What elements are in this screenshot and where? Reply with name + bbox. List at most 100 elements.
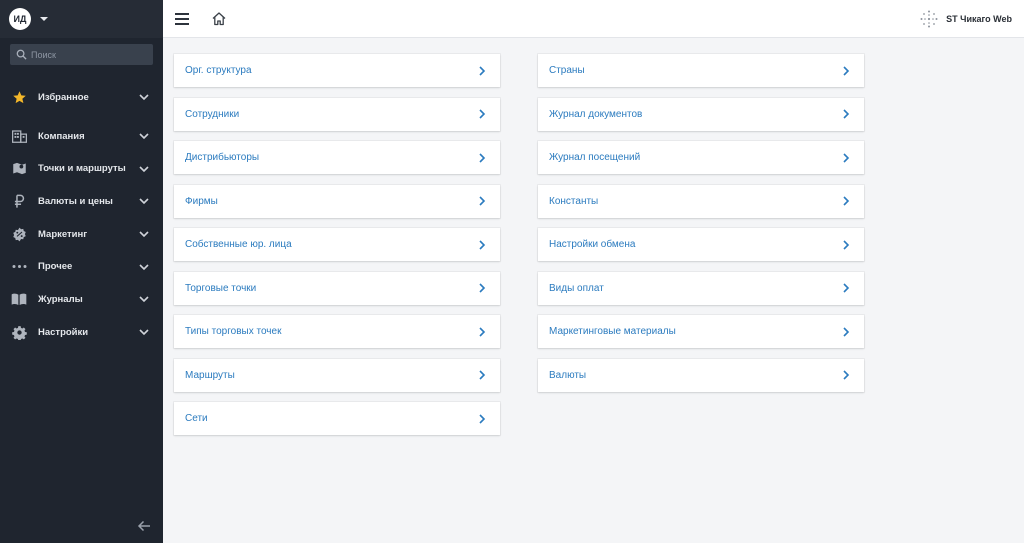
card-label: Константы [549,195,599,207]
sidebar-item-marketing[interactable]: Маркетинг [0,218,163,251]
chevron-right-icon [479,65,486,76]
card-label: Виды оплат [549,282,604,294]
more-dots-icon [11,259,27,275]
book-icon [11,291,27,307]
search-icon [16,49,27,60]
card-label: Настройки обмена [549,239,636,250]
card-firms[interactable]: Фирмы [174,184,500,218]
sidebar-item-favorites[interactable]: Избранное [0,81,163,114]
card-label: Собственные юр. лица [185,239,292,250]
card-distributors[interactable]: Дистрибьюторы [174,141,500,174]
sidebar-item-company[interactable]: Компания [0,120,163,153]
building-icon [11,128,27,144]
right-column: Страны Журнал документов Журнал посещени… [538,54,864,402]
sidebar-item-label: Маркетинг [38,228,88,240]
star-icon [11,89,27,105]
search-box[interactable] [10,44,153,65]
hamburger-menu-icon[interactable] [175,12,189,25]
chevron-down-icon [139,264,149,270]
brand: ST Чикаго Web [920,0,1012,38]
sidebar: ИД Избранное Компания [0,0,163,543]
chevron-right-icon [479,326,486,337]
sidebar-item-label: Валюты и цены [38,195,113,207]
left-column: Орг. структура Сотрудники Дистрибьюторы … [174,54,500,446]
chevron-down-icon [139,166,149,172]
card-label: Журнал документов [549,108,643,120]
chevron-right-icon [843,196,850,206]
brand-logo-icon [920,10,938,28]
chevron-down-icon [139,296,149,303]
badge-icon [11,226,27,242]
card-label: Дистрибьюторы [185,152,260,163]
chevron-right-icon [843,239,850,250]
topbar: ST Чикаго Web [163,0,1024,38]
card-visit-journal[interactable]: Журнал посещений [538,141,864,174]
chevron-right-icon [843,109,850,119]
collapse-sidebar-icon[interactable] [137,519,151,533]
chevron-right-icon [843,65,850,76]
caret-down-icon[interactable] [40,17,48,21]
sidebar-item-points-routes[interactable]: Точки и маршруты [0,152,163,185]
chevron-right-icon [479,196,486,206]
card-own-legal-entities[interactable]: Собственные юр. лица [174,228,500,261]
chevron-right-icon [843,152,850,163]
sidebar-item-label: Прочее [38,261,73,273]
main-content: Орг. структура Сотрудники Дистрибьюторы … [163,39,1024,543]
sidebar-item-label: Точки и маршруты [38,163,126,175]
map-icon [11,161,27,177]
card-routes[interactable]: Маршруты [174,358,500,392]
chevron-down-icon [139,94,149,101]
sidebar-item-label: Избранное [38,91,89,103]
card-label: Валюты [549,369,587,381]
card-label: Сети [185,413,208,424]
sidebar-item-other[interactable]: Прочее [0,250,163,283]
card-label: Маркетинговые материалы [549,326,676,337]
brand-name: ST Чикаго Web [946,14,1012,24]
card-label: Маршруты [185,369,235,381]
chevron-right-icon [479,370,486,380]
card-marketing-materials[interactable]: Маркетинговые материалы [538,315,864,348]
sidebar-item-label: Настройки [38,326,89,338]
card-constants[interactable]: Константы [538,184,864,218]
chevron-right-icon [479,152,486,163]
card-outlet-types[interactable]: Типы торговых точек [174,315,500,348]
sidebar-item-label: Журналы [38,293,83,305]
card-label: Типы торговых точек [185,326,282,337]
card-label: Орг. структура [185,65,252,76]
card-currencies[interactable]: Валюты [538,358,864,392]
card-networks[interactable]: Сети [174,402,500,435]
chevron-right-icon [479,283,486,293]
chevron-down-icon [139,133,149,140]
chevron-right-icon [843,326,850,337]
card-label: Сотрудники [185,108,240,120]
user-header: ИД [0,0,163,38]
ruble-icon [11,193,27,209]
avatar[interactable]: ИД [9,8,31,30]
card-outlets[interactable]: Торговые точки [174,271,500,305]
home-icon[interactable] [211,11,227,27]
chevron-right-icon [479,239,486,250]
card-payment-types[interactable]: Виды оплат [538,271,864,305]
card-label: Журнал посещений [549,152,641,163]
card-label: Торговые точки [185,282,257,294]
sidebar-item-currency-prices[interactable]: Валюты и цены [0,185,163,218]
sidebar-item-label: Компания [38,130,85,142]
chevron-down-icon [139,329,149,336]
card-document-journal[interactable]: Журнал документов [538,97,864,131]
search-input[interactable] [31,49,141,60]
chevron-right-icon [843,283,850,293]
sidebar-item-settings[interactable]: Настройки [0,316,163,349]
chevron-down-icon [139,231,149,238]
chevron-right-icon [843,370,850,380]
card-org-structure[interactable]: Орг. структура [174,54,500,87]
chevron-right-icon [479,109,486,119]
sidebar-item-journals[interactable]: Журналы [0,283,163,316]
card-exchange-settings[interactable]: Настройки обмена [538,228,864,261]
gear-icon [11,324,27,340]
card-label: Страны [549,65,585,76]
sidebar-nav: Избранное Компания Точки и маршруты Валю… [0,81,163,349]
card-countries[interactable]: Страны [538,54,864,87]
chevron-right-icon [479,413,486,424]
card-employees[interactable]: Сотрудники [174,97,500,131]
sidebar-body: Избранное Компания Точки и маршруты [0,38,163,543]
